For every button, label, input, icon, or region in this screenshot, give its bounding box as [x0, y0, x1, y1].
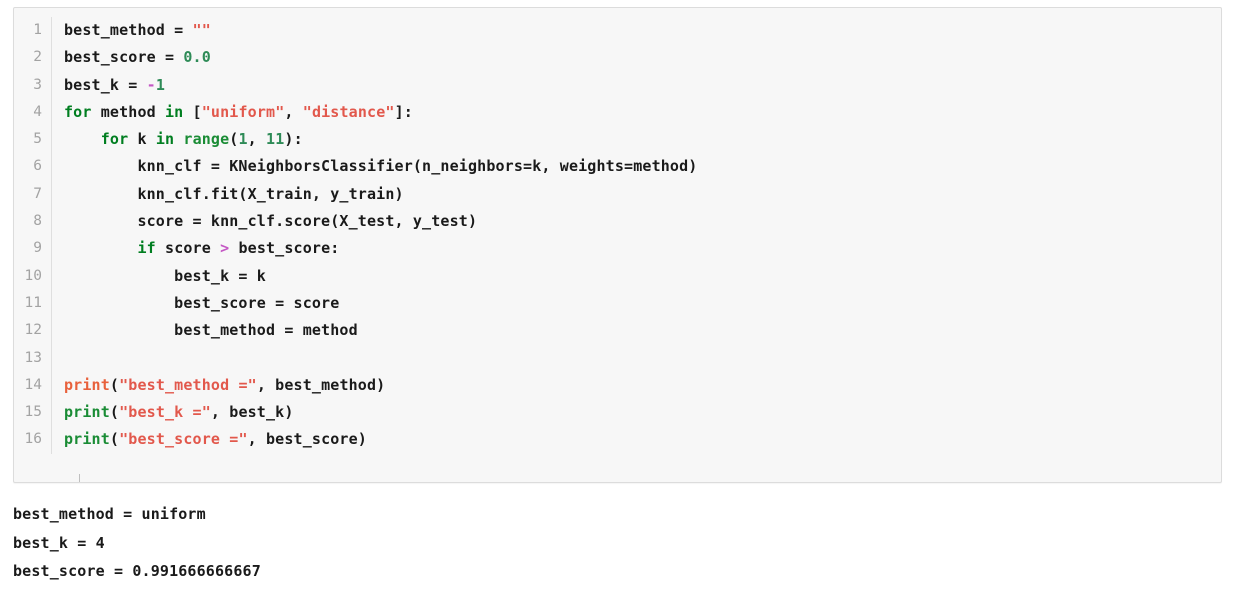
code-token: 1 [238, 130, 248, 149]
code-token: print [64, 375, 110, 394]
line-number: 8 [33, 213, 42, 230]
code-line[interactable]: best_score = 0.0 [64, 44, 1221, 71]
text-cursor-icon [76, 474, 83, 482]
code-line[interactable]: knn_clf = KNeighborsClassifier(n_neighbo… [64, 153, 1221, 180]
line-number: 7 [33, 185, 42, 202]
line-number: 11 [24, 294, 42, 311]
code-token: , best_k) [210, 403, 294, 422]
code-token: ]: [394, 102, 413, 121]
code-token: "best_method =" [119, 375, 257, 394]
code-token: 1 [155, 75, 166, 94]
code-line[interactable]: knn_clf.fit(X_train, y_train) [64, 181, 1221, 208]
notebook-page: 1 2 3 4 5 6 7 8 9 10 11 12 13 14 15 16 best_method = ""… [0, 0, 1240, 598]
code-token: print [64, 403, 110, 422]
code-line[interactable]: best_k = -1 [64, 72, 1221, 99]
code-line[interactable]: for method in ["uniform", "distance"]: [64, 99, 1221, 126]
code-line[interactable]: best_method = method [64, 317, 1221, 344]
line-number: 5 [33, 131, 42, 148]
code-line[interactable]: best_k = k [64, 263, 1221, 290]
code-line[interactable]: score = knn_clf.score(X_test, y_test) [64, 208, 1221, 235]
code-line[interactable]: best_method = "" [64, 17, 1221, 44]
code-token: best_k = [64, 75, 147, 94]
code-token: - [146, 75, 156, 94]
code-token: if [137, 239, 156, 258]
code-token: "" [192, 21, 211, 39]
code-token: score = knn_clf.score(X_test, y_test) [64, 212, 478, 231]
line-number: 12 [24, 322, 42, 339]
line-number: 14 [24, 376, 42, 393]
code-cell-body: 1 2 3 4 5 6 7 8 9 10 11 12 13 14 15 16 best_method = ""… [14, 8, 1221, 454]
code-token: ( [109, 403, 120, 422]
output-line: best_method = uniform [13, 505, 206, 523]
code-token: in [165, 102, 184, 121]
code-token: [ [183, 102, 202, 121]
code-token: score [155, 239, 221, 258]
code-token: = [174, 21, 193, 39]
cell-output: best_method = uniform best_k = 4 best_scor… [13, 500, 1213, 586]
code-token: ): [284, 130, 303, 149]
code-line[interactable]: for k in range(1, 11): [64, 126, 1221, 153]
line-number: 4 [33, 103, 42, 120]
code-token: , best_score) [247, 430, 367, 449]
code-token: best_k = k [64, 266, 266, 285]
code-token: > [220, 239, 230, 258]
code-token: "uniform" [201, 102, 285, 121]
code-line[interactable] [64, 345, 1221, 372]
code-token: best_method [64, 21, 175, 39]
code-token: , [247, 130, 267, 149]
code-line[interactable]: if score > best_score: [64, 235, 1221, 262]
code-token: best_method = method [64, 321, 358, 340]
code-token: , [284, 102, 303, 121]
line-number: 9 [33, 240, 42, 257]
code-token: "best_k =" [119, 403, 211, 422]
code-token: best_score: [229, 239, 340, 258]
code-token: "distance" [302, 102, 395, 121]
line-number: 1 [33, 22, 42, 38]
code-token: for [100, 130, 129, 149]
code-token: "best_score =" [119, 430, 248, 449]
code-token: 0.0 [183, 48, 211, 67]
code-line[interactable]: print("best_method =", best_method) [64, 372, 1221, 399]
code-token: k [128, 130, 156, 149]
code-line[interactable]: print("best_score =", best_score) [64, 426, 1221, 453]
code-token: ( [109, 430, 120, 449]
code-token: in [155, 130, 175, 149]
code-token: best_score = score [64, 293, 340, 312]
code-token: knn_clf = KNeighborsClassifier(n_neighbo… [64, 157, 698, 176]
code-token: best_score = [64, 48, 184, 67]
line-number: 6 [33, 158, 42, 175]
line-number: 13 [24, 349, 42, 366]
line-number: 15 [24, 404, 42, 421]
line-number: 2 [33, 49, 42, 66]
code-token: for [64, 102, 92, 121]
code-token: 11 [266, 130, 285, 149]
code-line[interactable]: best_score = score [64, 290, 1221, 317]
code-token: range [183, 130, 230, 149]
code-token: knn_clf.fit(X_train, y_train) [64, 184, 404, 203]
code-token: print [64, 430, 110, 449]
line-number-gutter: 1 2 3 4 5 6 7 8 9 10 11 12 13 14 15 16 [14, 17, 52, 454]
code-line[interactable]: print("best_k =", best_k) [64, 399, 1221, 426]
code-cell[interactable]: 1 2 3 4 5 6 7 8 9 10 11 12 13 14 15 16 best_method = ""… [13, 7, 1222, 483]
output-line: best_score = 0.991666666667 [13, 562, 261, 580]
line-number: 3 [33, 76, 42, 93]
code-token: method [91, 102, 165, 121]
code-editor-area[interactable]: best_method = "" best_score = 0.0 best_k =… [52, 17, 1221, 454]
line-number: 16 [24, 431, 42, 448]
code-token: ( [109, 375, 120, 394]
code-token: , best_method) [256, 375, 386, 394]
line-number: 10 [24, 267, 42, 284]
output-line: best_k = 4 [13, 533, 105, 552]
